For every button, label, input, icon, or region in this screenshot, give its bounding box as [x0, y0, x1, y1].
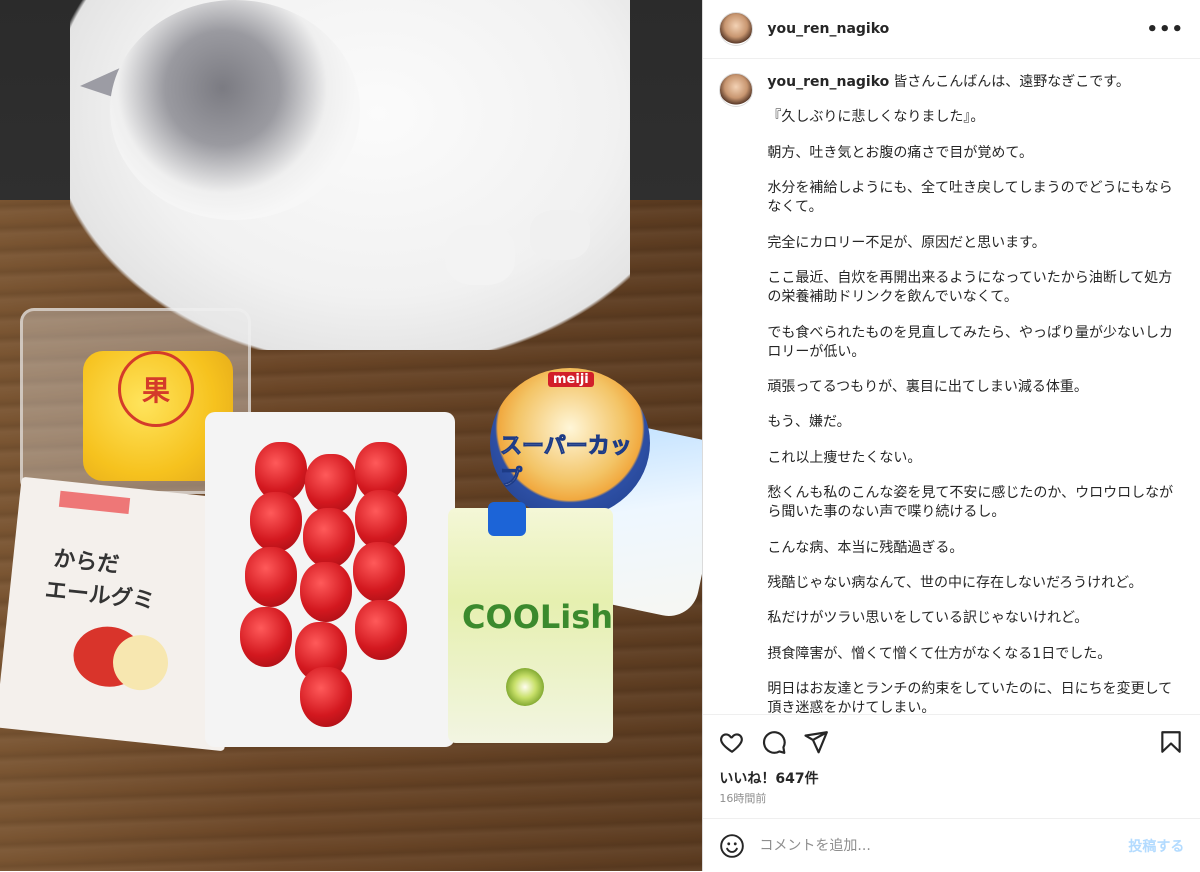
- caption-line: 私だけがツラい思いをしている訳じゃないけれど。: [767, 610, 1089, 627]
- strawberry: [305, 454, 357, 514]
- like-count[interactable]: いいね！647件: [719, 768, 818, 788]
- strawberry: [355, 600, 407, 660]
- icecream-brand: meiji: [548, 372, 594, 387]
- strawberry: [245, 547, 297, 607]
- pouch-cap: [488, 502, 526, 536]
- cat: [70, 0, 630, 350]
- comment-input[interactable]: [757, 836, 1102, 855]
- caption-line: もう、嫌だ。: [767, 414, 851, 431]
- post-photo[interactable]: 果 からだ エールグミ meiji スーパーカップ COOLish: [0, 0, 703, 871]
- icecream-cup: meiji スーパーカップ: [490, 368, 650, 518]
- caption-area[interactable]: you_ren_nagiko 皆さんこんばんは、遠野なぎこです。 『久しぶりに悲し…: [703, 59, 1200, 714]
- smiley-icon[interactable]: [719, 833, 745, 859]
- strawberry-box: [205, 412, 455, 747]
- more-horizontal-icon[interactable]: •••: [1146, 19, 1184, 40]
- kiwi-illustration: [506, 668, 544, 706]
- post-actions: [703, 714, 1200, 767]
- caption-username[interactable]: you_ren_nagiko: [767, 74, 889, 90]
- strawberry: [355, 490, 407, 550]
- caption-line: 朝方、吐き気とお腹の痛さで目が覚めて。: [767, 144, 1034, 161]
- caption-line: でも食べられたものを見直してみたら、やっぱり量が少ないしカロリーが低い。: [767, 324, 1174, 360]
- strawberry: [303, 508, 355, 568]
- strawberry: [300, 667, 352, 727]
- caption-text: you_ren_nagiko 皆さんこんばんは、遠野なぎこです。 『久しぶりに悲し…: [767, 73, 1177, 714]
- heart-icon[interactable]: [719, 729, 745, 755]
- comment-box: 投稿する: [703, 818, 1200, 872]
- timestamp[interactable]: 16時間前: [719, 790, 766, 806]
- post-header: you_ren_nagiko •••: [703, 0, 1200, 59]
- caption-line: 『久しぶりに悲しくなりました』。: [767, 109, 985, 126]
- post-comment-button[interactable]: 投稿する: [1128, 836, 1184, 856]
- caption-row: you_ren_nagiko 皆さんこんばんは、遠野なぎこです。 『久しぶりに悲し…: [703, 59, 1200, 714]
- caption-line: 頑張ってるつもりが、裏目に出てしまい減る体重。: [767, 379, 1088, 396]
- strawberry: [250, 492, 302, 552]
- caption-line: 明日はお友達とランチの約束をしていたのに、日にちを変更して頂き迷惑をかけてしまい…: [767, 680, 1173, 714]
- comment-icon[interactable]: [761, 729, 787, 755]
- strawberry: [353, 542, 405, 602]
- avatar[interactable]: [719, 73, 754, 107]
- strawberry: [300, 562, 352, 622]
- post-side-panel: you_ren_nagiko ••• you_ren_nagiko 皆さんこんばん…: [702, 0, 1200, 871]
- cat-head: [110, 0, 360, 220]
- gummy-label-2: エールグミ: [43, 577, 156, 615]
- caption-line: 水分を補給しようにも、全て吐き戻してしまうのでどうにもならなくて。: [767, 179, 1173, 216]
- coolish-logo: COOLish: [462, 598, 614, 636]
- caption-line: 摂食障害が、憎くて憎くて仕方がなくなる1日でした。: [767, 645, 1112, 662]
- avatar[interactable]: [719, 12, 754, 46]
- caption-line: you_ren_nagiko 皆さんこんばんは、遠野なぎこです。: [767, 74, 1130, 90]
- send-icon[interactable]: [803, 729, 829, 755]
- cat-paw: [530, 210, 590, 260]
- pineapple-seal: 果: [118, 351, 194, 427]
- caption-line: 愁くんも私のこんな姿を見て不安に感じたのか、ウロウロしながら聞いた事のない声で喋…: [767, 485, 1174, 521]
- icecream-name: スーパーカップ: [500, 434, 633, 492]
- caption-line: こんな病、本当に残酷過ぎる。: [767, 539, 964, 556]
- cat-paw: [445, 225, 515, 285]
- caption-line: これ以上痩せたくない。: [767, 449, 922, 466]
- post-username[interactable]: you_ren_nagiko: [767, 21, 889, 37]
- caption-line: 完全にカロリー不足が、原因だと思います。: [767, 234, 1046, 251]
- caption-line: 残酷じゃない病なんて、世の中に存在しないだろうけれど。: [767, 575, 1143, 591]
- strawberry: [240, 607, 292, 667]
- coolish-pouch: COOLish: [448, 502, 614, 743]
- gummy-band: [58, 490, 131, 515]
- caption-line: ここ最近、自炊を再開出来るようになっていたから油断して処方の栄養補助ドリンクを飲…: [767, 269, 1173, 306]
- bookmark-icon[interactable]: [1158, 729, 1184, 755]
